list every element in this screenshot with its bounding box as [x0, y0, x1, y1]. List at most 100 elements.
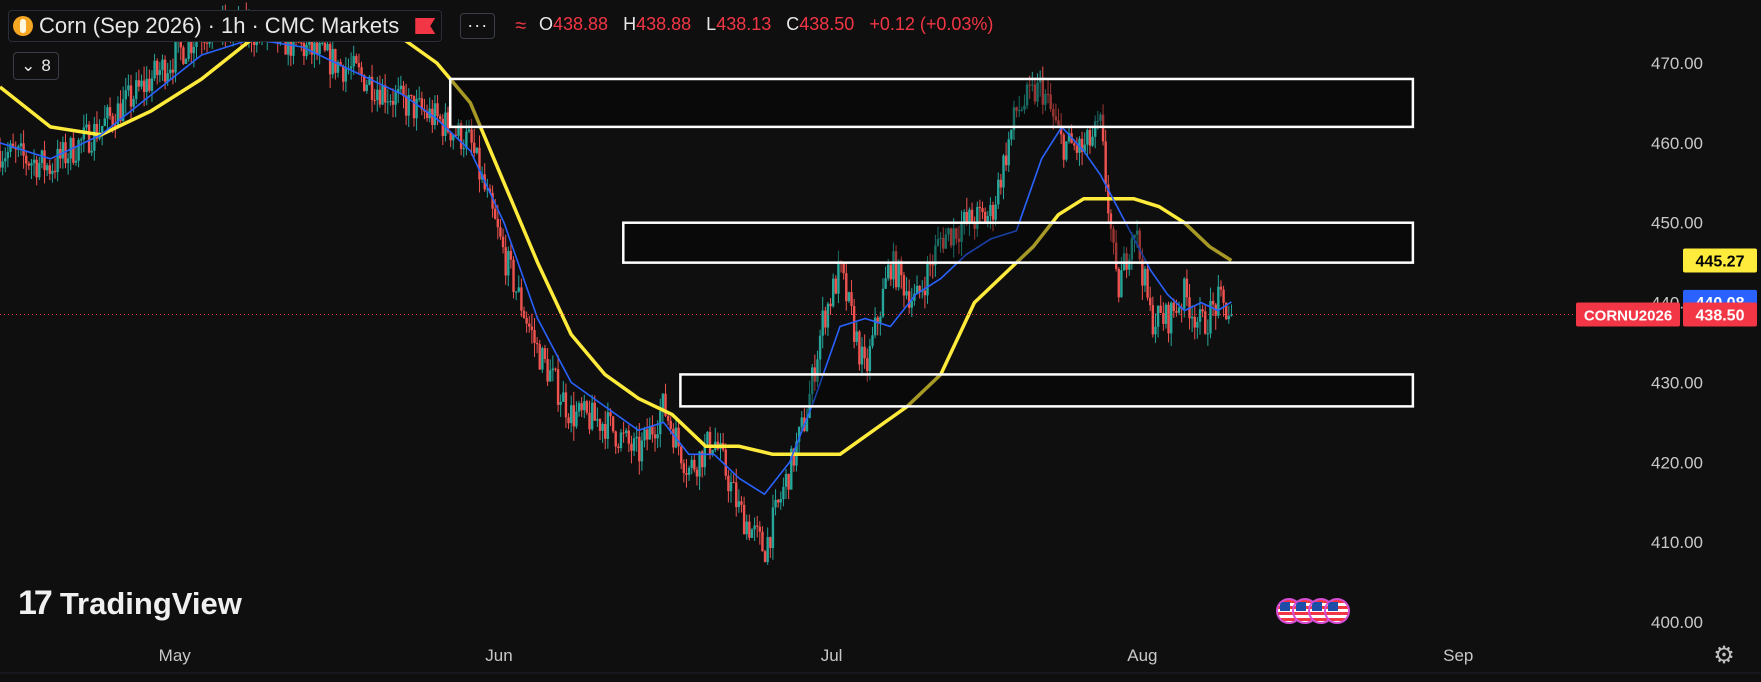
more-options-button[interactable]: ···	[460, 13, 496, 39]
candle-body	[525, 317, 528, 324]
candle-body	[520, 287, 523, 311]
candle-body	[564, 392, 568, 418]
rectangle-zones[interactable]	[448, 77, 1415, 408]
time-axis[interactable]: May Jun Jul Aug Sep	[159, 646, 1474, 665]
tradingview-logo[interactable]: 17 TradingView	[18, 584, 242, 623]
candle-body	[569, 405, 573, 424]
candle-body	[436, 103, 439, 117]
candle-body	[622, 432, 625, 434]
candle-body	[56, 148, 59, 173]
candle-body	[43, 150, 46, 171]
candle-body	[85, 124, 88, 128]
candle-body	[475, 147, 479, 153]
candle-body	[473, 142, 476, 153]
chevron-down-icon: ⌄	[21, 56, 36, 75]
candle-body	[161, 59, 164, 71]
candle-body	[994, 204, 997, 220]
candle-body	[923, 290, 927, 296]
candle-body	[66, 158, 70, 164]
zone-rectangle-2[interactable]	[622, 221, 1415, 264]
candle-body	[698, 451, 701, 477]
candle-body	[866, 358, 869, 372]
candle-body	[150, 78, 154, 91]
candle-body	[499, 227, 502, 237]
candle-body	[127, 85, 130, 91]
candle-body	[25, 155, 28, 164]
candle-body	[580, 403, 583, 411]
candle-body	[829, 303, 832, 307]
candle-body	[784, 474, 788, 487]
candle-body	[509, 250, 513, 260]
candle-body	[643, 429, 646, 441]
candle-body	[1164, 304, 1168, 324]
candle-body	[394, 92, 397, 105]
candle-body	[365, 84, 369, 91]
price-chart[interactable]: 470.00460.00450.00440.00430.00420.00410.…	[0, 0, 1761, 682]
candle-body	[1211, 300, 1215, 305]
candle-body	[577, 403, 581, 412]
candle-body	[750, 529, 754, 538]
candle-body	[585, 401, 589, 413]
symbol-button[interactable]: Corn (Sep 2026) · 1h · CMC Markets	[8, 10, 443, 42]
candle-body	[556, 369, 560, 405]
candle-body	[87, 124, 91, 153]
candle-body	[774, 499, 777, 508]
candle-body	[404, 95, 408, 116]
candle-body	[376, 89, 379, 101]
candle-body	[438, 116, 442, 119]
candle-body	[978, 206, 982, 209]
candle-body	[596, 419, 599, 421]
open-value: 438.88	[553, 14, 609, 34]
gear-icon[interactable]: ⚙	[1711, 643, 1737, 669]
time-tick-label: Aug	[1127, 646, 1157, 665]
candle-body	[1091, 136, 1094, 146]
candle-body	[158, 70, 162, 76]
flag-icon[interactable]	[415, 18, 436, 34]
candle-body	[1169, 302, 1173, 334]
time-tick-label: Jul	[821, 646, 843, 665]
candle-body	[208, 42, 211, 44]
candle-body	[559, 401, 562, 405]
candle-body	[824, 310, 827, 328]
candle-body	[598, 419, 602, 431]
candle-body	[51, 170, 54, 174]
candle-body	[27, 163, 31, 166]
us-flag-icon[interactable]	[1324, 598, 1350, 624]
candle-body	[800, 417, 803, 427]
candle-body	[342, 65, 345, 82]
candle-body	[779, 499, 782, 503]
candle-body	[1149, 297, 1152, 306]
candle-body	[381, 85, 384, 105]
wave-icon[interactable]: ≈	[515, 15, 526, 38]
candle-body	[470, 129, 473, 143]
price-label-value: 445.27	[1696, 253, 1745, 270]
candle-body	[648, 426, 651, 440]
interval-label[interactable]: 1h	[221, 13, 245, 39]
candle-body	[1007, 139, 1010, 166]
candle-body	[562, 392, 565, 402]
candle-body	[1075, 145, 1079, 153]
candle-body	[588, 412, 591, 430]
candle-body	[1065, 141, 1068, 160]
candle-body	[682, 463, 686, 473]
candle-body	[593, 402, 596, 421]
candle-body	[418, 98, 421, 100]
candle-body	[551, 368, 555, 371]
candle-body	[905, 291, 908, 296]
candle-body	[512, 259, 515, 292]
candle-body	[884, 278, 887, 289]
candle-body	[638, 436, 641, 462]
candle-body	[708, 431, 712, 455]
candle-body	[842, 263, 845, 274]
candle-body	[389, 100, 392, 102]
zone-rectangle-1[interactable]	[448, 77, 1415, 129]
candle-body	[554, 368, 557, 370]
economic-events[interactable]	[1276, 598, 1366, 626]
candle-body	[132, 99, 135, 107]
price-tick-label: 430.00	[1651, 373, 1703, 392]
zone-rectangle-3[interactable]	[679, 373, 1415, 408]
candle-body	[528, 323, 531, 327]
price-axis[interactable]: 470.00460.00450.00440.00430.00420.00410.…	[1651, 54, 1703, 632]
indicators-toggle-button[interactable]: ⌄ 8	[13, 52, 59, 80]
candle-body	[378, 89, 382, 105]
